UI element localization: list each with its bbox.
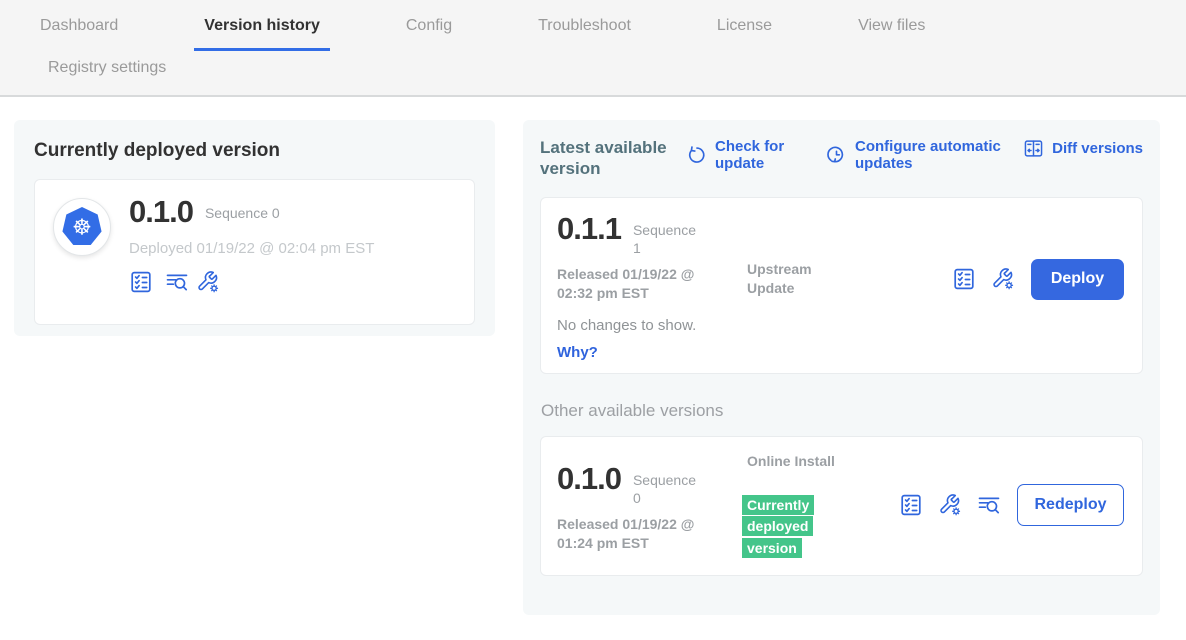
view-config-icon[interactable] [938, 493, 962, 517]
preflight-checklist-icon[interactable] [952, 267, 976, 291]
view-config-icon[interactable] [991, 267, 1015, 291]
other-available-versions-title: Other available versions [541, 401, 1143, 421]
tab-dashboard[interactable]: Dashboard [30, 17, 128, 51]
current-version-card: ☸ 0.1.0 Sequence 0 Deployed 01/19/22 @ 0… [34, 179, 475, 325]
latest-available-header: Latest available version Check for updat… [540, 137, 1143, 180]
why-link[interactable]: Why? [557, 344, 598, 361]
latest-version-actions: Deploy [952, 259, 1124, 300]
tab-view-files[interactable]: View files [848, 17, 935, 51]
check-for-update-label: Check for update [715, 138, 799, 173]
deployed-timestamp: Deployed 01/19/22 @ 02:04 pm EST [129, 240, 374, 257]
diff-columns-icon [1023, 138, 1044, 159]
latest-released-timestamp: Released 01/19/22 @ 02:32 pm EST [557, 265, 719, 304]
app-nav: Dashboard Version history Config Trouble… [0, 0, 1186, 97]
check-for-update-link[interactable]: Check for update [686, 138, 799, 173]
other-version-card: 0.1.0 Sequence 0 Released 01/19/22 @ 01:… [540, 436, 1143, 576]
other-version-source: Online Install [747, 452, 839, 472]
tab-license[interactable]: License [707, 17, 782, 51]
current-version-info: 0.1.0 Sequence 0 Deployed 01/19/22 @ 02:… [129, 196, 374, 308]
clock-refresh-icon [826, 145, 847, 166]
latest-available-title: Latest available version [540, 137, 686, 180]
deploy-logs-icon[interactable] [165, 270, 189, 294]
tab-troubleshoot[interactable]: Troubleshoot [528, 17, 641, 51]
diff-versions-link[interactable]: Diff versions [1023, 138, 1143, 159]
svg-text:☸: ☸ [72, 216, 92, 241]
other-version-actions: Redeploy [899, 484, 1124, 526]
version-history-page: Currently deployed version ☸ 0.1.0 Seque… [0, 97, 1186, 638]
tab-version-history[interactable]: Version history [194, 17, 330, 51]
current-version-actions [129, 270, 374, 294]
tab-registry-settings[interactable]: Registry settings [38, 59, 176, 87]
other-version-number: 0.1.0 [557, 463, 621, 494]
latest-version-number: 0.1.1 [557, 213, 621, 244]
latest-version-source: Upstream Update [747, 260, 839, 299]
nav-row-secondary: Registry settings [0, 51, 1186, 87]
latest-available-panel: Latest available version Check for updat… [523, 120, 1160, 615]
current-version-number: 0.1.0 [129, 196, 193, 227]
redeploy-button[interactable]: Redeploy [1017, 484, 1124, 526]
configure-automatic-updates-link[interactable]: Configure automatic updates [826, 138, 1015, 173]
tab-config[interactable]: Config [396, 17, 462, 51]
preflight-checklist-icon[interactable] [899, 493, 923, 517]
no-changes-text: No changes to show. [557, 317, 1126, 334]
view-config-icon[interactable] [196, 270, 220, 294]
nav-row-primary: Dashboard Version history Config Trouble… [0, 0, 1186, 51]
deploy-logs-icon[interactable] [977, 493, 1001, 517]
configure-automatic-updates-label: Configure automatic updates [855, 138, 1015, 173]
other-released-timestamp: Released 01/19/22 @ 01:24 pm EST [557, 515, 719, 554]
currently-deployed-badge: Currently deployed version [742, 495, 826, 560]
refresh-icon [686, 145, 707, 166]
deploy-button[interactable]: Deploy [1031, 259, 1124, 300]
kubernetes-app-logo-icon: ☸ [53, 198, 111, 256]
current-sequence-label: Sequence 0 [205, 204, 280, 222]
preflight-checklist-icon[interactable] [129, 270, 153, 294]
currently-deployed-panel: Currently deployed version ☸ 0.1.0 Seque… [14, 120, 495, 336]
diff-versions-label: Diff versions [1052, 140, 1143, 157]
latest-sequence-label: Sequence 1 [633, 221, 699, 257]
currently-deployed-title: Currently deployed version [34, 140, 475, 162]
other-sequence-label: Sequence 0 [633, 471, 699, 507]
latest-version-card: 0.1.1 Sequence 1 Released 01/19/22 @ 02:… [540, 197, 1143, 374]
